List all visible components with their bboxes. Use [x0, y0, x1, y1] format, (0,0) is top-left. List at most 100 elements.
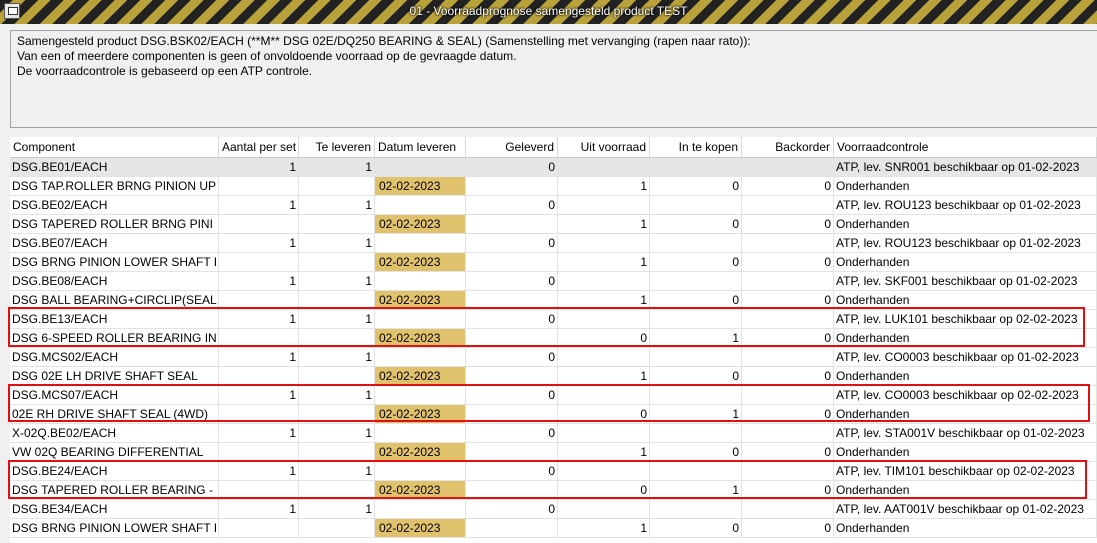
- cell-geleverd[interactable]: 0: [466, 500, 558, 518]
- table-row[interactable]: DSG TAPERED ROLLER BEARING - 02-02-2023 0 1…: [10, 481, 1097, 500]
- column-header-aantal-per-set[interactable]: Aantal per set: [219, 137, 299, 157]
- cell-component[interactable]: DSG.BE07/EACH: [10, 234, 219, 252]
- cell-datum-leveren[interactable]: 02-02-2023: [375, 405, 466, 423]
- cell-voorraadcontrole[interactable]: ATP, lev. STA001V beschikbaar op 01-02-2…: [834, 424, 1097, 442]
- cell-geleverd[interactable]: [466, 519, 558, 537]
- cell-te-leveren[interactable]: [299, 443, 375, 461]
- cell-datum-leveren[interactable]: [375, 500, 466, 518]
- cell-uit-voorraad[interactable]: 1: [558, 253, 650, 271]
- cell-component[interactable]: DSG.BE34/EACH: [10, 500, 219, 518]
- cell-backorder[interactable]: 0: [742, 215, 834, 233]
- cell-in-te-kopen[interactable]: [650, 196, 742, 214]
- cell-geleverd[interactable]: 0: [466, 348, 558, 366]
- cell-aantal-per-set[interactable]: 1: [219, 234, 299, 252]
- cell-uit-voorraad[interactable]: 1: [558, 177, 650, 195]
- column-header-uit-voorraad[interactable]: Uit voorraad: [558, 137, 650, 157]
- cell-voorraadcontrole[interactable]: Onderhanden: [834, 177, 1097, 195]
- cell-in-te-kopen[interactable]: 1: [650, 405, 742, 423]
- table-row[interactable]: DSG.MCS07/EACH 1 1 0 ATP, lev. CO0003 beschi…: [10, 386, 1097, 405]
- cell-component[interactable]: X-02Q.BE02/EACH: [10, 424, 219, 442]
- cell-backorder[interactable]: 0: [742, 329, 834, 347]
- cell-geleverd[interactable]: [466, 291, 558, 309]
- cell-backorder[interactable]: [742, 424, 834, 442]
- table-row[interactable]: DSG.BE08/EACH 1 1 0 ATP, lev. SKF001 beschik…: [10, 272, 1097, 291]
- cell-uit-voorraad[interactable]: [558, 348, 650, 366]
- cell-component[interactable]: DSG TAPERED ROLLER BRNG PINI: [10, 215, 219, 233]
- cell-component[interactable]: DSG.BE02/EACH: [10, 196, 219, 214]
- cell-aantal-per-set[interactable]: 1: [219, 310, 299, 328]
- table-row[interactable]: DSG.BE13/EACH 1 1 0 ATP, lev. LUK101 beschik…: [10, 310, 1097, 329]
- cell-backorder[interactable]: [742, 500, 834, 518]
- cell-aantal-per-set[interactable]: [219, 519, 299, 537]
- cell-component[interactable]: DSG.BE24/EACH: [10, 462, 219, 480]
- cell-voorraadcontrole[interactable]: Onderhanden: [834, 443, 1097, 461]
- cell-geleverd[interactable]: [466, 443, 558, 461]
- column-header-component[interactable]: Component: [10, 137, 219, 157]
- cell-te-leveren[interactable]: [299, 481, 375, 499]
- cell-aantal-per-set[interactable]: 1: [219, 386, 299, 404]
- cell-in-te-kopen[interactable]: [650, 272, 742, 290]
- cell-geleverd[interactable]: [466, 329, 558, 347]
- cell-datum-leveren[interactable]: 02-02-2023: [375, 291, 466, 309]
- cell-voorraadcontrole[interactable]: Onderhanden: [834, 519, 1097, 537]
- table-row[interactable]: DSG 02E LH DRIVE SHAFT SEAL 02-02-2023 1 0 0…: [10, 367, 1097, 386]
- cell-te-leveren[interactable]: 1: [299, 272, 375, 290]
- cell-in-te-kopen[interactable]: [650, 310, 742, 328]
- table-row[interactable]: DSG BRNG PINION LOWER SHAFT I 02-02-2023 1…: [10, 519, 1097, 538]
- cell-backorder[interactable]: 0: [742, 291, 834, 309]
- table-row[interactable]: DSG.BE02/EACH 1 1 0 ATP, lev. ROU123 beschik…: [10, 196, 1097, 215]
- cell-te-leveren[interactable]: [299, 215, 375, 233]
- cell-uit-voorraad[interactable]: [558, 272, 650, 290]
- title-bar[interactable]: 01 - Voorraadprognose samengesteld produ…: [0, 0, 1097, 24]
- cell-geleverd[interactable]: 0: [466, 234, 558, 252]
- cell-geleverd[interactable]: 0: [466, 272, 558, 290]
- table-row[interactable]: DSG BRNG PINION LOWER SHAFT I 02-02-2023 1…: [10, 253, 1097, 272]
- cell-backorder[interactable]: [742, 234, 834, 252]
- cell-aantal-per-set[interactable]: [219, 367, 299, 385]
- cell-voorraadcontrole[interactable]: Onderhanden: [834, 291, 1097, 309]
- cell-voorraadcontrole[interactable]: Onderhanden: [834, 405, 1097, 423]
- cell-uit-voorraad[interactable]: 1: [558, 519, 650, 537]
- cell-geleverd[interactable]: [466, 215, 558, 233]
- cell-te-leveren[interactable]: [299, 253, 375, 271]
- cell-component[interactable]: DSG 6-SPEED ROLLER BEARING IN: [10, 329, 219, 347]
- cell-aantal-per-set[interactable]: 1: [219, 272, 299, 290]
- cell-uit-voorraad[interactable]: [558, 158, 650, 176]
- cell-aantal-per-set[interactable]: [219, 253, 299, 271]
- cell-te-leveren[interactable]: 1: [299, 196, 375, 214]
- cell-aantal-per-set[interactable]: 1: [219, 158, 299, 176]
- cell-component[interactable]: 02E RH DRIVE SHAFT SEAL (4WD): [10, 405, 219, 423]
- cell-backorder[interactable]: [742, 158, 834, 176]
- cell-in-te-kopen[interactable]: 0: [650, 215, 742, 233]
- cell-datum-leveren[interactable]: 02-02-2023: [375, 481, 466, 499]
- cell-voorraadcontrole[interactable]: ATP, lev. AAT001V beschikbaar op 01-02-2…: [834, 500, 1097, 518]
- table-row[interactable]: DSG.BE34/EACH 1 1 0 ATP, lev. AAT001V beschi…: [10, 500, 1097, 519]
- cell-backorder[interactable]: [742, 310, 834, 328]
- cell-component[interactable]: DSG BALL BEARING+CIRCLIP(SEAL: [10, 291, 219, 309]
- cell-backorder[interactable]: [742, 462, 834, 480]
- cell-datum-leveren[interactable]: 02-02-2023: [375, 519, 466, 537]
- cell-uit-voorraad[interactable]: [558, 424, 650, 442]
- cell-component[interactable]: DSG 02E LH DRIVE SHAFT SEAL: [10, 367, 219, 385]
- cell-uit-voorraad[interactable]: 0: [558, 329, 650, 347]
- cell-aantal-per-set[interactable]: [219, 405, 299, 423]
- cell-in-te-kopen[interactable]: 0: [650, 291, 742, 309]
- cell-aantal-per-set[interactable]: [219, 443, 299, 461]
- cell-geleverd[interactable]: [466, 405, 558, 423]
- cell-te-leveren[interactable]: [299, 177, 375, 195]
- cell-geleverd[interactable]: 0: [466, 424, 558, 442]
- cell-in-te-kopen[interactable]: [650, 500, 742, 518]
- cell-backorder[interactable]: 0: [742, 253, 834, 271]
- cell-datum-leveren[interactable]: [375, 234, 466, 252]
- cell-in-te-kopen[interactable]: [650, 424, 742, 442]
- cell-datum-leveren[interactable]: [375, 310, 466, 328]
- cell-in-te-kopen[interactable]: [650, 158, 742, 176]
- table-row[interactable]: DSG.MCS02/EACH 1 1 0 ATP, lev. CO0003 beschi…: [10, 348, 1097, 367]
- column-header-in-te-kopen[interactable]: In te kopen: [650, 137, 742, 157]
- cell-in-te-kopen[interactable]: [650, 386, 742, 404]
- cell-aantal-per-set[interactable]: [219, 329, 299, 347]
- cell-in-te-kopen[interactable]: 0: [650, 177, 742, 195]
- cell-component[interactable]: DSG.BE01/EACH: [10, 158, 219, 176]
- cell-in-te-kopen[interactable]: 0: [650, 367, 742, 385]
- components-grid[interactable]: Component Aantal per set Te leveren Datu…: [10, 137, 1097, 543]
